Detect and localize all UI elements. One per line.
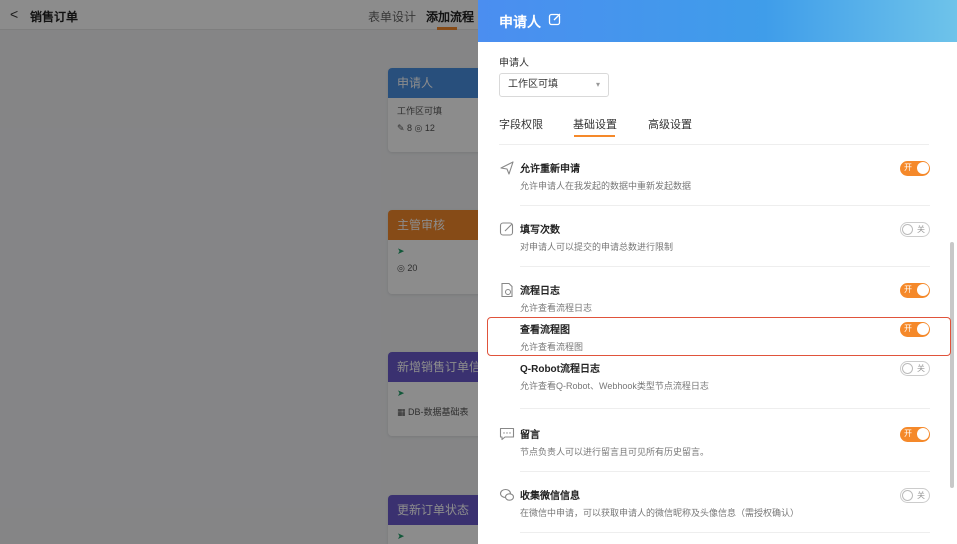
toggle-knob: [902, 363, 913, 374]
toggle-label: 关: [917, 364, 925, 373]
setting-desc: 允许申请人在我发起的数据中重新发起数据: [520, 181, 692, 191]
chevron-down-icon: ▾: [595, 80, 600, 89]
toggle-switch[interactable]: 开: [900, 427, 930, 442]
tab-field-permissions[interactable]: 字段权限: [499, 116, 543, 132]
setting-desc: 允许查看Q-Robot、Webhook类型节点流程日志: [520, 381, 709, 391]
toggle-label: 开: [904, 429, 912, 438]
toggle-switch[interactable]: 关: [900, 361, 930, 376]
setting-name: 填写次数: [520, 225, 560, 236]
setting-name: 留言: [520, 430, 540, 441]
applicant-select[interactable]: 工作区可填 ▾: [499, 73, 609, 97]
toggle-knob: [902, 224, 913, 235]
divider: [520, 408, 930, 409]
divider: [520, 532, 930, 533]
setting-name: 流程日志: [520, 286, 560, 297]
wechat-icon: [499, 488, 515, 501]
comment-icon: [499, 427, 515, 441]
tab-advanced-settings[interactable]: 高级设置: [648, 116, 692, 132]
setting-desc: 对申请人可以提交的申请总数进行限制: [520, 242, 674, 252]
toggle-label: 开: [904, 163, 912, 172]
toggle-switch[interactable]: 关: [900, 488, 930, 503]
setting-desc: 在微信中申请，可以获取申请人的微信昵称及头像信息（需授权确认）: [520, 508, 800, 518]
divider: [520, 471, 930, 472]
toggle-label: 关: [917, 225, 925, 234]
divider: [520, 205, 930, 206]
toggle-switch[interactable]: 关: [900, 222, 930, 237]
drawer-title: 申请人: [499, 14, 541, 30]
tab-basic-settings[interactable]: 基础设置: [573, 116, 617, 132]
toggle-knob: [902, 490, 913, 501]
edit-icon[interactable]: [548, 12, 562, 26]
log-icon: [501, 282, 513, 298]
select-value: 工作区可填: [508, 79, 558, 90]
edit-icon: [499, 222, 514, 236]
toggle-knob: [917, 162, 929, 174]
setting-name: Q-Robot流程日志: [520, 364, 600, 375]
toggle-label: 关: [917, 491, 925, 500]
setting-name: 收集微信信息: [520, 491, 580, 502]
drawer-header: 申请人: [478, 0, 957, 42]
applicant-label: 申请人: [499, 58, 529, 69]
divider: [520, 266, 930, 267]
tabs-divider: [499, 144, 929, 145]
setting-desc: 允许查看流程日志: [520, 303, 593, 313]
toggle-switch[interactable]: 开: [900, 161, 930, 176]
settings-drawer: 申请人 申请人 工作区可填 ▾ 字段权限 基础设置 高级设置 允许重新申请 允许…: [478, 0, 957, 544]
active-tab-underline: [574, 135, 615, 137]
send-icon: [500, 161, 514, 175]
toggle-label: 开: [904, 285, 912, 294]
setting-desc: 节点负责人可以进行留言且可见所有历史留言。: [520, 447, 710, 457]
highlight-box: [487, 317, 951, 356]
setting-name: 允许重新申请: [520, 164, 580, 175]
toggle-knob: [917, 284, 929, 296]
scrollbar[interactable]: [950, 242, 954, 488]
toggle-knob: [917, 428, 929, 440]
toggle-switch[interactable]: 开: [900, 283, 930, 298]
